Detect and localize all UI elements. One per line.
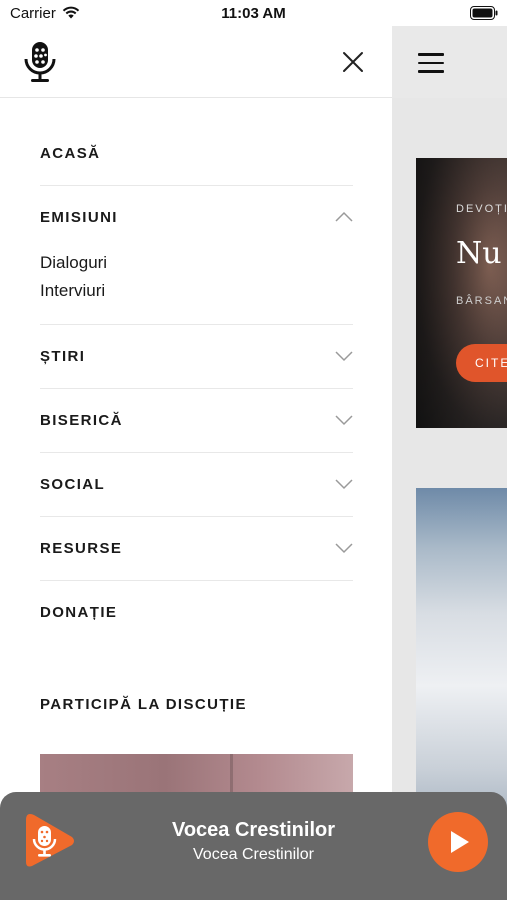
- status-bar: Carrier 11:03 AM: [0, 0, 507, 26]
- menu-item-biserica[interactable]: BISERICĂ: [40, 389, 353, 453]
- chevron-down-icon[interactable]: [335, 414, 353, 426]
- chevron-down-icon[interactable]: [335, 542, 353, 554]
- menu-item-label: RESURSE: [40, 540, 123, 557]
- navigation-drawer: ACASĂ EMISIUNI Dialoguri Interviuri ȘTIR…: [0, 26, 392, 900]
- menu-item-label: SOCIAL: [40, 476, 106, 493]
- drawer-menu: ACASĂ EMISIUNI Dialoguri Interviuri ȘTIR…: [40, 122, 353, 645]
- mini-player[interactable]: Vocea Crestinilor Vocea Crestinilor: [0, 792, 507, 900]
- microphone-logo-icon[interactable]: [22, 40, 58, 84]
- submenu-item-dialoguri[interactable]: Dialoguri: [40, 253, 107, 273]
- menu-item-label: ACASĂ: [40, 145, 101, 162]
- play-icon: [451, 831, 469, 853]
- card-category: DEVOȚI: [456, 203, 507, 215]
- card-author: BÂRSAN: [456, 295, 507, 307]
- read-button[interactable]: CITE: [456, 344, 507, 382]
- hamburger-menu-icon[interactable]: [418, 53, 444, 73]
- menu-item-label: EMISIUNI: [40, 209, 118, 226]
- drawer-header: [0, 26, 392, 98]
- battery-icon: [470, 6, 498, 20]
- menu-item-acasa[interactable]: ACASĂ: [40, 122, 353, 186]
- submenu-item-interviuri[interactable]: Interviuri: [40, 281, 105, 301]
- chevron-down-icon[interactable]: [335, 478, 353, 490]
- main-header: [392, 26, 507, 98]
- participa-heading: PARTICIPĂ LA DISCUȚIE: [40, 696, 247, 713]
- close-icon[interactable]: [339, 48, 367, 76]
- menu-item-label: BISERICĂ: [40, 412, 123, 429]
- clock: 11:03 AM: [221, 5, 286, 22]
- menu-item-resurse[interactable]: RESURSE: [40, 517, 353, 581]
- menu-item-emisiuni[interactable]: EMISIUNI Dialoguri Interviuri: [40, 186, 353, 325]
- card-title: Nu: [456, 236, 502, 271]
- featured-card[interactable]: DEVOȚI Nu BÂRSAN CITE: [416, 158, 507, 428]
- sky-card-image[interactable]: [416, 488, 507, 818]
- play-button[interactable]: [428, 812, 488, 872]
- menu-item-donatie[interactable]: DONAȚIE: [40, 581, 353, 645]
- chevron-up-icon[interactable]: [335, 211, 353, 223]
- chevron-down-icon[interactable]: [335, 350, 353, 362]
- menu-item-label: ȘTIRI: [40, 348, 86, 365]
- main-content-overlay[interactable]: DEVOȚI Nu BÂRSAN CITE: [392, 26, 507, 900]
- menu-item-label: DONAȚIE: [40, 604, 118, 621]
- app-screen: Carrier 11:03 AM DEVOȚI Nu BÂRSAN CITE: [0, 0, 507, 900]
- menu-item-social[interactable]: SOCIAL: [40, 453, 353, 517]
- menu-item-stiri[interactable]: ȘTIRI: [40, 325, 353, 389]
